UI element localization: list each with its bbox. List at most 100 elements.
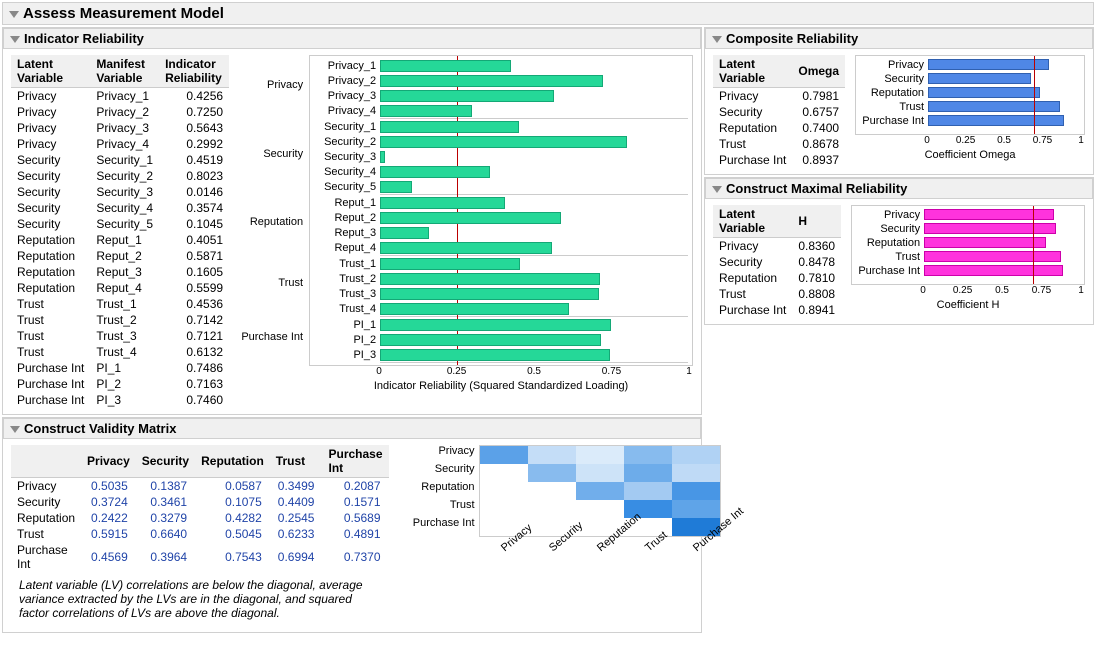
table-row: Trust0.8678 — [713, 136, 845, 152]
table-row: Reputation0.7400 — [713, 120, 845, 136]
table-row: Purchase IntPI_10.7486 — [11, 360, 229, 376]
heatmap-cell — [480, 446, 528, 464]
disclosure-icon[interactable] — [712, 186, 722, 193]
col-header: Purchase Int — [322, 445, 388, 478]
col-header: Latent Variable — [11, 55, 90, 88]
bar-row: Reput_1 — [310, 195, 688, 210]
bar-row: Security_3 — [310, 149, 688, 164]
composite-table: Latent Variable Omega Privacy0.7981Secur… — [713, 55, 845, 168]
heatmap-cell — [528, 446, 576, 464]
bar-row: Security_1 — [310, 119, 688, 134]
bar-row: Purchase Int — [852, 264, 1080, 278]
indicator-reliability-table: Latent Variable Manifest Variable Indica… — [11, 55, 229, 408]
bar-row: Trust_4 — [310, 301, 688, 316]
row-label: Reputation — [407, 481, 479, 499]
table-row: SecuritySecurity_20.8023 — [11, 168, 229, 184]
heatmap-cell — [576, 482, 624, 500]
bar-row: Trust — [852, 250, 1080, 264]
bar-row: PI_3 — [310, 347, 688, 362]
table-row: ReputationReput_10.4051 — [11, 232, 229, 248]
table-row: SecuritySecurity_40.3574 — [11, 200, 229, 216]
bar-row: Privacy — [852, 208, 1080, 222]
table-row: Security0.8478 — [713, 254, 841, 270]
table-row: Purchase Int0.8937 — [713, 152, 845, 168]
col-header: H — [792, 205, 841, 238]
indicator-reliability-header[interactable]: Indicator Reliability — [3, 28, 701, 49]
bar-row: Trust — [856, 100, 1080, 114]
bar-row: Reputation — [852, 236, 1080, 250]
table-row: Reputation0.7810 — [713, 270, 841, 286]
table-row: TrustTrust_10.4536 — [11, 296, 229, 312]
table-row: Purchase IntPI_20.7163 — [11, 376, 229, 392]
col-header: Reputation — [195, 445, 270, 478]
row-label: Trust — [407, 499, 479, 517]
group-label: Trust — [239, 253, 309, 313]
table-row: Trust0.8808 — [713, 286, 841, 302]
table-row: SecuritySecurity_50.1045 — [11, 216, 229, 232]
table-row: ReputationReput_20.5871 — [11, 248, 229, 264]
table-row: Privacy0.8360 — [713, 238, 841, 255]
table-row: TrustTrust_20.7142 — [11, 312, 229, 328]
bar-row: Privacy_3 — [310, 88, 688, 103]
disclosure-icon[interactable] — [712, 36, 722, 43]
heatmap-cell — [528, 482, 576, 500]
bar-row: Privacy_1 — [310, 58, 688, 73]
table-row: Privacy0.7981 — [713, 88, 845, 105]
bar-row: Security — [852, 222, 1080, 236]
heatmap-cell — [528, 464, 576, 482]
main-panel-header[interactable]: Assess Measurement Model — [2, 2, 1094, 25]
section-title: Composite Reliability — [726, 31, 858, 46]
bar-row: Trust_3 — [310, 286, 688, 301]
group-label: Security — [239, 116, 309, 191]
heatmap-cell — [480, 464, 528, 482]
bar-row: Security — [856, 72, 1080, 86]
disclosure-icon[interactable] — [9, 11, 19, 18]
row-label: Privacy — [407, 445, 479, 463]
bar-row: PI_2 — [310, 332, 688, 347]
bar-row: Purchase Int — [856, 114, 1080, 128]
bar-row: Security_5 — [310, 179, 688, 194]
bar-row: Security_2 — [310, 134, 688, 149]
col-header: Privacy — [81, 445, 136, 478]
table-row: Security0.6757 — [713, 104, 845, 120]
section-title: Construct Maximal Reliability — [726, 181, 907, 196]
table-row: PrivacyPrivacy_10.4256 — [11, 88, 229, 105]
col-header: Manifest Variable — [90, 55, 159, 88]
table-row: Purchase Int0.45690.39640.75430.69940.73… — [11, 542, 389, 572]
table-row: SecuritySecurity_30.0146 — [11, 184, 229, 200]
bar-row: Reput_3 — [310, 225, 688, 240]
section-title: Construct Validity Matrix — [24, 421, 176, 436]
col-header: Omega — [792, 55, 845, 88]
disclosure-icon[interactable] — [10, 426, 20, 433]
row-label: Purchase Int — [407, 517, 479, 535]
heatmap-cell — [624, 482, 672, 500]
group-label: Privacy — [239, 55, 309, 115]
bar-row: Reput_2 — [310, 210, 688, 225]
bar-row: Reputation — [856, 86, 1080, 100]
heatmap-cell — [480, 500, 528, 518]
bar-row: Security_4 — [310, 164, 688, 179]
validity-footnote: Latent variable (LV) correlations are be… — [11, 572, 389, 626]
table-row: ReputationReput_30.1605 — [11, 264, 229, 280]
section-title: Indicator Reliability — [24, 31, 144, 46]
axis-label: Coefficient Omega — [855, 149, 1085, 161]
table-row: Security0.37240.34610.10750.44090.1571 — [11, 494, 389, 510]
validity-header[interactable]: Construct Validity Matrix — [3, 418, 701, 439]
bar-row: PI_1 — [310, 317, 688, 332]
col-header: Indicator Reliability — [159, 55, 229, 88]
row-label: Security — [407, 463, 479, 481]
col-header: Security — [136, 445, 195, 478]
disclosure-icon[interactable] — [10, 36, 20, 43]
validity-matrix-table: PrivacySecurityReputationTrustPurchase I… — [11, 445, 389, 572]
table-row: PrivacyPrivacy_40.2992 — [11, 136, 229, 152]
composite-header[interactable]: Composite Reliability — [705, 28, 1093, 49]
group-label: Purchase Int — [239, 314, 309, 359]
bar-row: Trust_1 — [310, 256, 688, 271]
table-row: ReputationReput_40.5599 — [11, 280, 229, 296]
bar-row: Privacy_2 — [310, 73, 688, 88]
table-row: PrivacyPrivacy_20.7250 — [11, 104, 229, 120]
heatmap-cell — [576, 464, 624, 482]
axis-label: Coefficient H — [851, 299, 1085, 311]
bar-row: Reput_4 — [310, 240, 688, 255]
maximal-header[interactable]: Construct Maximal Reliability — [705, 178, 1093, 199]
